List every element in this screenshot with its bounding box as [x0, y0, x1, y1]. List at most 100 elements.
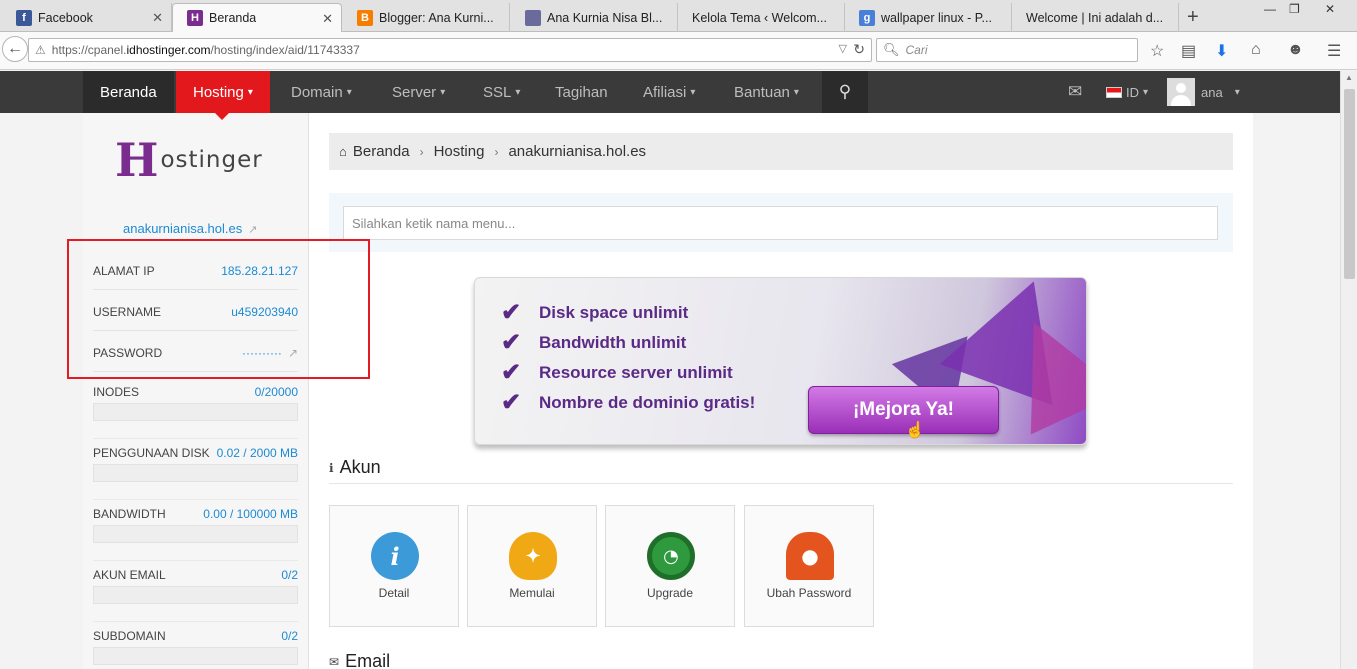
- section-email-title: ✉ Email: [329, 651, 390, 669]
- nav-hosting[interactable]: Hosting ▾: [176, 71, 270, 113]
- external-link-icon: ↗: [248, 224, 258, 236]
- sidebar: H ostinger anakurnianisa.hol.es ↗ ALAMAT …: [83, 113, 309, 669]
- logo-text: ostinger: [160, 147, 263, 173]
- language-selector[interactable]: ID ▾: [1106, 71, 1148, 113]
- mail-icon[interactable]: ✉: [1068, 71, 1082, 113]
- search-icon[interactable]: ⚲: [822, 71, 868, 113]
- lightbulb-icon: ✦: [509, 532, 557, 580]
- home-icon[interactable]: ⌂: [1251, 41, 1261, 59]
- tab-kelola-tema[interactable]: Kelola Tema ‹ Welcom...: [678, 3, 845, 32]
- nav-beranda[interactable]: Beranda: [83, 71, 174, 113]
- nav-label: SSL: [483, 83, 512, 101]
- usage-value: 0.00 / 100000 MB: [203, 507, 298, 521]
- page-scrollbar[interactable]: ▲: [1340, 71, 1357, 669]
- user-name: ana: [1201, 84, 1223, 100]
- back-arrow-icon[interactable]: ←: [2, 36, 28, 62]
- hostinger-icon: H: [187, 10, 203, 26]
- section-akun-label: Akun: [339, 457, 381, 477]
- tile-memulai[interactable]: ✦ Memulai: [467, 505, 597, 627]
- language-label: ID: [1126, 84, 1139, 100]
- section-akun-title: ℹ Akun: [329, 457, 381, 478]
- download-icon[interactable]: ⬇: [1215, 41, 1228, 61]
- menu-search-input[interactable]: [343, 206, 1218, 240]
- new-tab-icon[interactable]: +: [1187, 6, 1199, 29]
- chevron-right-icon: ›: [419, 144, 424, 159]
- checkmark-icon: ✔: [501, 329, 522, 356]
- nav-label: Tagihan: [555, 83, 608, 101]
- tab-beranda[interactable]: H Beranda ✕: [172, 3, 342, 32]
- menu-icon[interactable]: ☰: [1327, 41, 1341, 61]
- tile-label: Memulai: [509, 586, 555, 600]
- chevron-down-icon: ▾: [690, 86, 696, 98]
- usage-key: INODES: [93, 385, 140, 399]
- reload-icon[interactable]: ↻: [853, 41, 865, 58]
- divider: [329, 483, 1233, 484]
- hand-cursor-icon: ☝: [905, 422, 925, 439]
- url-dropdown-icon[interactable]: ▽: [839, 42, 847, 55]
- browser-search-input[interactable]: 🔍︎ Cari: [876, 38, 1138, 62]
- usage-value: 0/2: [281, 568, 298, 582]
- url-path: /hosting/index/aid/11743337: [210, 43, 360, 57]
- breadcrumb-home[interactable]: Beranda: [353, 143, 410, 160]
- tab-wallpaper[interactable]: g wallpaper linux - P...: [845, 3, 1012, 32]
- tab-welcome[interactable]: Welcome | Ini adalah d...: [1012, 3, 1179, 32]
- upgrade-banner[interactable]: ✔ Disk space unlimit ✔ Bandwidth unlimit ✔…: [474, 277, 1087, 445]
- restore-icon[interactable]: ❐: [1289, 2, 1300, 16]
- upgrade-now-button[interactable]: ¡Mejora Ya!: [808, 386, 999, 434]
- main-content: ⌂ Beranda › Hosting › anakurnianisa.hol.…: [309, 113, 1253, 669]
- nav-server[interactable]: Server ▾: [392, 71, 445, 113]
- bookmark-star-icon[interactable]: ☆: [1150, 41, 1164, 61]
- tab-blogger[interactable]: B Blogger: Ana Kurni...: [343, 3, 510, 32]
- user-menu[interactable]: ana ▾: [1167, 71, 1240, 113]
- tab-ana-blog[interactable]: Ana Kurnia Nisa Bl...: [511, 3, 678, 32]
- nav-bantuan[interactable]: Bantuan ▾: [734, 71, 799, 113]
- breadcrumb-domain: anakurnianisa.hol.es: [508, 143, 647, 160]
- chevron-down-icon: ▾: [515, 86, 521, 98]
- usage-value: 0/2: [281, 629, 298, 643]
- breadcrumb-hosting[interactable]: Hosting: [434, 143, 485, 160]
- usage-bar: [93, 586, 298, 604]
- info-icon: i: [371, 532, 419, 580]
- chat-icon[interactable]: ☻: [1287, 41, 1304, 59]
- tile-ubah-password[interactable]: ● Ubah Password: [744, 505, 874, 627]
- window-close-icon[interactable]: ✕: [1325, 2, 1335, 16]
- banner-feature: ✔ Nombre de dominio gratis!: [501, 388, 755, 417]
- close-icon[interactable]: ✕: [152, 10, 163, 26]
- browser-tab-bar: f Facebook ✕ H Beranda ✕ B Blogger: Ana …: [0, 0, 1357, 32]
- close-icon[interactable]: ✕: [322, 11, 333, 27]
- nav-tagihan[interactable]: Tagihan: [555, 71, 608, 113]
- scrollbar-thumb[interactable]: [1344, 89, 1355, 279]
- domain-link[interactable]: anakurnianisa.hol.es ↗: [123, 221, 257, 236]
- tab-label: Welcome | Ini adalah d...: [1026, 10, 1164, 25]
- logo-initial: H: [115, 133, 159, 187]
- chevron-down-icon: ▾: [247, 86, 253, 98]
- url-bar[interactable]: ⚠ https://cpanel. idhostinger.com/hosting…: [28, 38, 872, 62]
- tile-detail[interactable]: i Detail: [329, 505, 459, 627]
- nav-label: Server: [392, 83, 437, 101]
- warning-icon: ⚠: [35, 43, 46, 57]
- tab-label: Beranda: [209, 11, 257, 25]
- facebook-icon: f: [16, 9, 32, 26]
- banner-feature-label: Bandwidth unlimit: [539, 332, 687, 352]
- tile-upgrade[interactable]: ◔ Upgrade: [605, 505, 735, 627]
- chevron-down-icon: ▾: [440, 86, 446, 98]
- scroll-up-icon[interactable]: ▲: [1345, 73, 1353, 82]
- tab-label: Facebook: [38, 10, 93, 25]
- speedometer-icon: ◔: [647, 532, 695, 580]
- browser-search-placeholder: Cari: [905, 43, 928, 57]
- tab-facebook[interactable]: f Facebook ✕: [2, 3, 172, 32]
- reading-list-icon[interactable]: ▤: [1181, 41, 1196, 61]
- banner-feature: ✔ Disk space unlimit: [501, 298, 688, 327]
- tab-label: Ana Kurnia Nisa Bl...: [547, 10, 663, 25]
- usage-key: SUBDOMAIN: [93, 629, 166, 643]
- tile-label: Ubah Password: [766, 586, 852, 600]
- nav-ssl[interactable]: SSL ▾: [483, 71, 520, 113]
- nav-afiliasi[interactable]: Afiliasi ▾: [643, 71, 695, 113]
- section-email-label: Email: [345, 651, 391, 669]
- lock-icon: ●: [786, 532, 834, 580]
- nav-domain[interactable]: Domain ▾: [291, 71, 352, 113]
- minimize-icon[interactable]: —: [1264, 2, 1276, 16]
- hostinger-logo[interactable]: H ostinger: [115, 137, 263, 183]
- banner-feature-label: Nombre de dominio gratis!: [539, 392, 756, 412]
- nav-label: Domain: [291, 83, 343, 101]
